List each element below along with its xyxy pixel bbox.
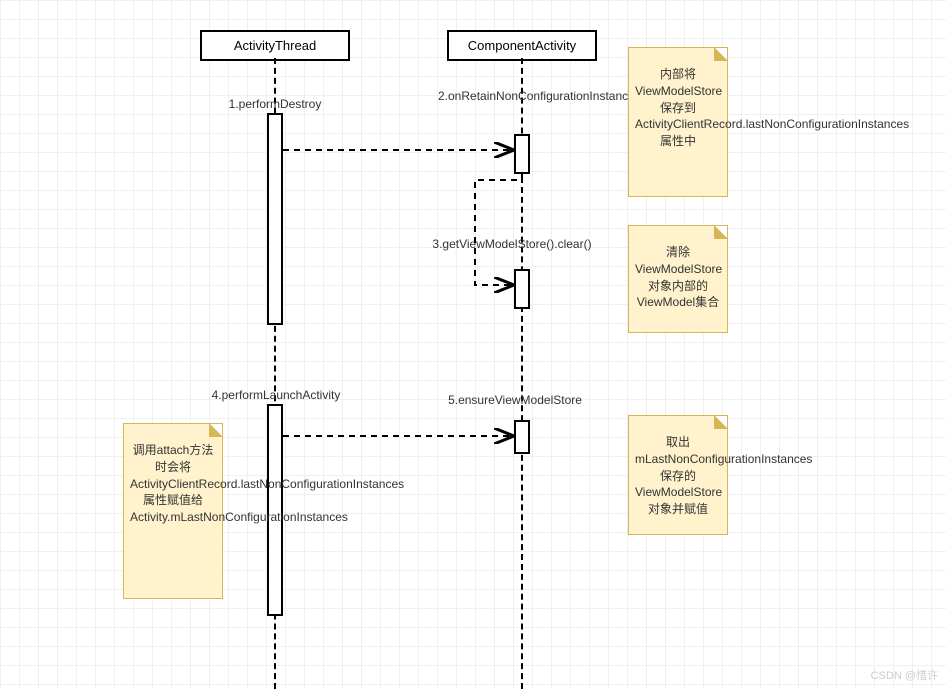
note-text: 清除ViewModelStore对象内部的ViewModel集合	[635, 245, 722, 309]
watermark: CSDN @惜许	[871, 667, 938, 683]
message-label-1: 1.performDestroy	[200, 97, 350, 111]
message-label-5: 5.ensureViewModelStore	[430, 393, 600, 407]
message-label-3: 3.getViewModelStore().clear()	[412, 237, 612, 251]
note-2: 清除ViewModelStore对象内部的ViewModel集合	[628, 225, 728, 333]
activation-componentactivity-3	[514, 420, 530, 454]
participant-label: ActivityThread	[234, 38, 316, 53]
note-3: 调用attach方法时会将ActivityClientRecord.lastNo…	[123, 423, 223, 599]
note-4: 取出mLastNonConfigurationInstances保存的ViewM…	[628, 415, 728, 535]
participant-label: ComponentActivity	[468, 38, 576, 53]
note-1: 内部将ViewModelStore保存到ActivityClientRecord…	[628, 47, 728, 197]
message-label-2: 2.onRetainNonConfigurationInstance	[438, 89, 613, 103]
activation-activitythread-1	[267, 113, 283, 325]
watermark-text: CSDN @惜许	[871, 670, 938, 682]
message-label-4: 4.performLaunchActivity	[186, 388, 366, 402]
participant-activitythread: ActivityThread	[200, 30, 350, 61]
activation-componentactivity-2	[514, 269, 530, 309]
activation-componentactivity-1	[514, 134, 530, 174]
participant-componentactivity: ComponentActivity	[447, 30, 597, 61]
